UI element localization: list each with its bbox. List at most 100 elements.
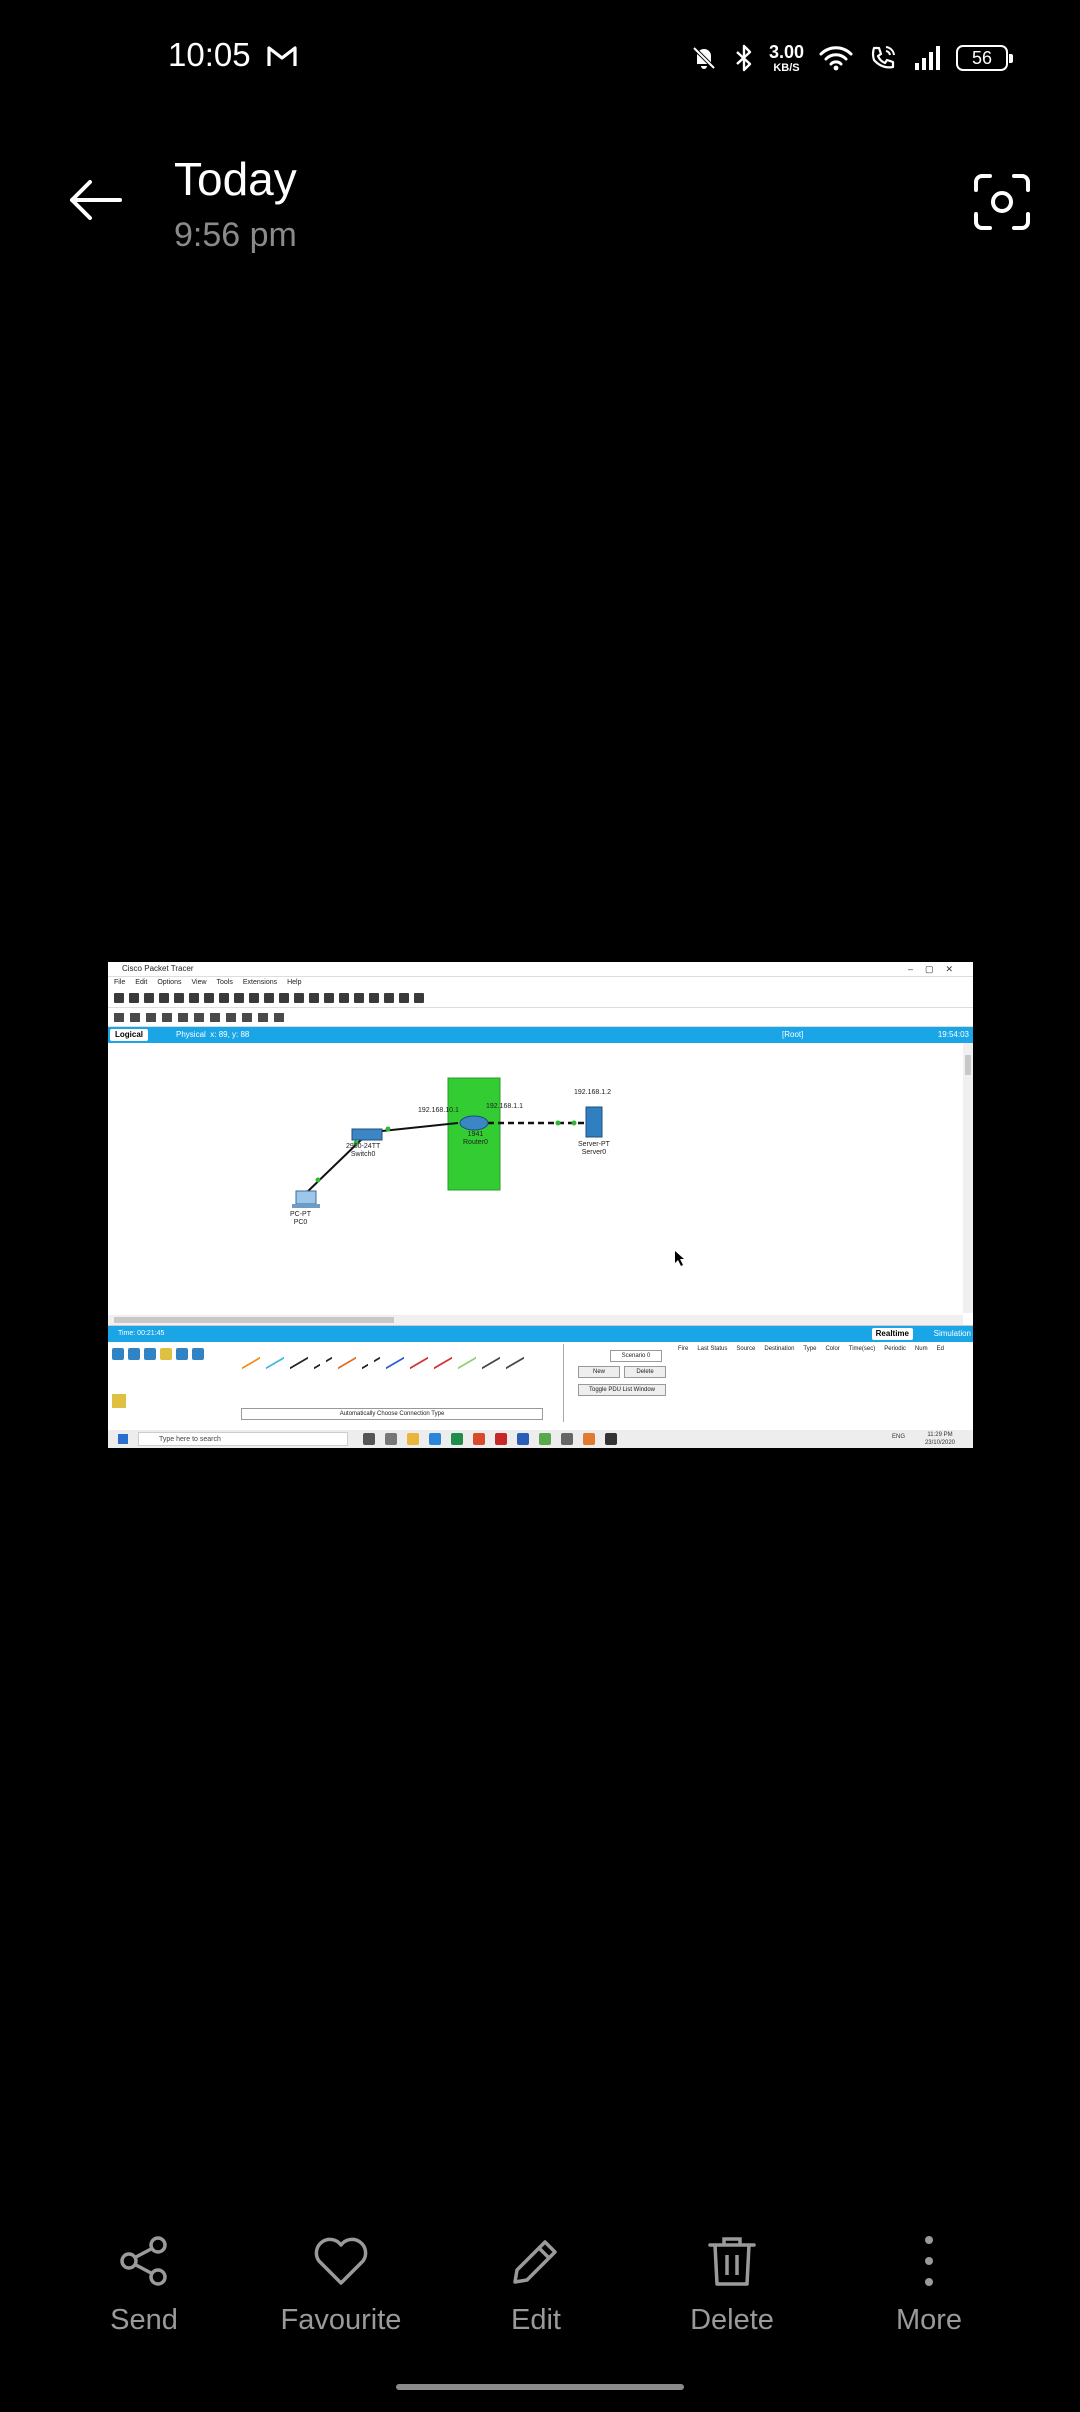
pt-col-last-status: Last Status	[697, 1346, 728, 1352]
send-label: Send	[110, 2304, 178, 2336]
status-icons: 3.00 KB/S 56	[689, 40, 1013, 76]
delete-button[interactable]: Delete	[634, 2230, 830, 2350]
more-button[interactable]: More	[831, 2230, 1027, 2350]
pt-taskbar-date: 23/10/2020	[924, 1440, 955, 1446]
pt-simulation-mode: Simulation	[933, 1329, 971, 1338]
pt-pdu-columns: Fire Last Status Source Destination Type…	[678, 1346, 944, 1352]
pt-app-title: Cisco Packet Tracer	[122, 964, 194, 973]
home-indicator[interactable]	[396, 2384, 684, 2390]
pt-bottom-panel: Automatically Choose Connection Type Sce…	[108, 1342, 973, 1424]
pt-server0-name: Server0	[581, 1149, 607, 1156]
pt-col-time: Time(sec)	[848, 1346, 876, 1352]
photo-action-bar: Send Favourite Edit Delete More	[0, 2230, 1080, 2350]
pt-col-type: Type	[803, 1346, 817, 1352]
battery-icon: 56	[956, 45, 1013, 71]
send-button[interactable]: Send	[46, 2230, 242, 2350]
favourite-label: Favourite	[280, 2304, 402, 2336]
trash-icon	[708, 2237, 756, 2286]
pt-server0-type: Server-PT	[578, 1141, 610, 1148]
bluetooth-icon	[736, 44, 752, 72]
net-speed: 3.00 KB/S	[769, 43, 804, 74]
pt-selected-connection-icon	[112, 1394, 126, 1408]
status-time: 10:05	[168, 36, 251, 73]
pt-taskbar-clock: 11:29 PM 23/10/2020	[925, 1431, 955, 1447]
signal-icon	[915, 46, 940, 70]
pt-ip-router-right: 192.168.1.1	[486, 1103, 523, 1110]
gmail-icon	[267, 46, 297, 66]
wifi-icon	[819, 46, 853, 71]
pt-tab-physical: Physical x: 89, y: 88	[176, 1027, 249, 1043]
pt-vertical-scrollbar	[963, 1043, 973, 1313]
pt-server0-label: Server-PT Server0	[578, 1141, 610, 1157]
pt-pc0-name: PC0	[293, 1219, 308, 1226]
pt-canvas-time: 19:54:03	[937, 1030, 969, 1039]
pt-tab-physical-label: Physical	[176, 1030, 206, 1039]
pt-connection-label: Automatically Choose Connection Type	[241, 1408, 543, 1420]
pt-menu-extensions: Extensions	[242, 979, 278, 986]
pt-title-bar: Cisco Packet Tracer –▢✕	[108, 962, 973, 977]
pt-connection-palette	[242, 1342, 524, 1370]
pt-realtime-bar: Time: 00:21:45 Realtime Simulation	[108, 1326, 973, 1342]
pt-menu-edit: Edit	[135, 979, 148, 986]
wifi-call-icon	[871, 46, 895, 69]
delete-label: Delete	[690, 2304, 774, 2336]
viewer-header: Today 9:56 pm	[0, 130, 1080, 280]
pt-switch0-name: Switch0	[350, 1151, 376, 1158]
pt-sim-time: Time: 00:21:45	[118, 1330, 165, 1337]
pt-taskbar-apps	[363, 1433, 617, 1445]
pt-menu-options: Options	[157, 979, 182, 986]
pt-toolbar	[108, 989, 973, 1008]
pt-switch0-type: 2960-24TT	[346, 1143, 381, 1150]
net-speed-unit: KB/S	[773, 61, 800, 74]
pt-switch0-label: 2960-24TT Switch0	[346, 1143, 380, 1159]
pt-pdu-panel: Scenario 0 New Delete Toggle PDU List Wi…	[563, 1344, 674, 1422]
more-vertical-icon	[925, 2236, 933, 2286]
pt-col-color: Color	[825, 1346, 840, 1352]
pt-ip-server: 192.168.1.2	[574, 1089, 611, 1096]
lens-button[interactable]	[964, 166, 1040, 238]
net-speed-value: 3.00	[768, 41, 804, 62]
pt-col-fire: Fire	[678, 1346, 689, 1352]
pt-device-palette	[112, 1348, 204, 1360]
pt-taskbar-lang: ENG	[891, 1434, 905, 1440]
pt-pc0-label: PC-PT PC0	[290, 1211, 311, 1227]
pt-col-destination: Destination	[764, 1346, 795, 1352]
pencil-icon	[513, 2240, 557, 2284]
pt-menu-view: View	[191, 979, 207, 986]
pt-workspace-bar: Logical Physical x: 89, y: 88 [Root] 19:…	[108, 1027, 973, 1043]
pt-col-num: Num	[914, 1346, 928, 1352]
mute-bell-icon	[692, 46, 716, 70]
pt-scenario-select: Scenario 0	[610, 1350, 662, 1362]
pt-tab-logical: Logical	[110, 1029, 149, 1041]
pt-pc0-type: PC-PT	[290, 1211, 311, 1218]
pt-toolbar-secondary	[108, 1008, 973, 1027]
pt-taskbar-time: 11:29 PM	[927, 1432, 953, 1438]
back-button[interactable]	[60, 170, 130, 230]
pt-horizontal-scrollbar	[108, 1315, 963, 1325]
favourite-button[interactable]: Favourite	[243, 2230, 439, 2350]
pt-taskbar-search: Type here to search	[138, 1432, 348, 1446]
pt-delete-button: Delete	[624, 1366, 666, 1378]
pt-topology-links	[292, 1077, 684, 1266]
pt-windows-start-icon	[118, 1434, 128, 1444]
pt-col-edit: Ed	[936, 1346, 944, 1352]
pt-toggle-pdu-button: Toggle PDU List Window	[578, 1384, 666, 1396]
heart-icon	[314, 2237, 368, 2285]
pt-menu-tools: Tools	[216, 979, 233, 986]
pt-col-periodic: Periodic	[884, 1346, 906, 1352]
status-bar: 10:05 3.00 KB/S 56	[0, 0, 1080, 116]
pt-menu-bar: File Edit Options View Tools Extensions …	[108, 977, 973, 989]
photo-image[interactable]: Cisco Packet Tracer –▢✕ File Edit Option…	[108, 962, 973, 1448]
pt-realtime-mode: Realtime	[871, 1328, 913, 1340]
edit-label: Edit	[511, 2304, 561, 2336]
pt-topology-canvas: PC-PT PC0 2960-24TT Switch0 1941 Router0 Se…	[108, 1043, 973, 1326]
pt-router0-name: Router0	[463, 1139, 488, 1146]
share-icon	[120, 2236, 167, 2286]
pt-root: [Root]	[782, 1030, 804, 1039]
pt-coords: x: 89, y: 88	[210, 1030, 250, 1039]
pt-router0-type: 1941	[467, 1131, 484, 1138]
edit-button[interactable]: Edit	[438, 2230, 634, 2350]
page-title: Today	[174, 153, 297, 205]
photo-time: 9:56 pm	[174, 216, 297, 254]
pt-col-source: Source	[736, 1346, 756, 1352]
